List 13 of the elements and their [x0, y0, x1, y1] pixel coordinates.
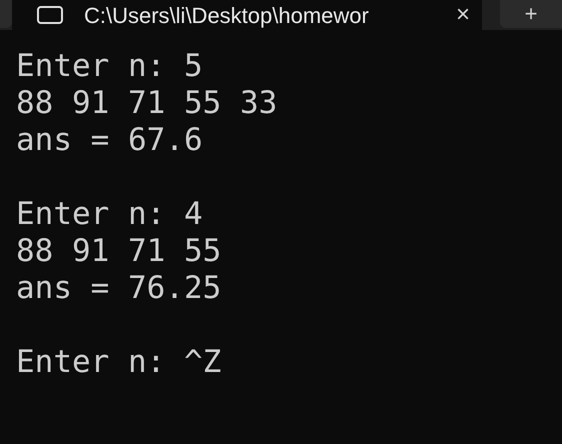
tab[interactable]: C:\Users\li\Desktop\homewor ×: [12, 0, 482, 30]
tab[interactable]: [0, 0, 12, 28]
terminal-line: Enter n: 5: [16, 48, 203, 85]
terminal-line: Enter n: 4: [16, 196, 203, 233]
tab-title: C:\Users\li\Desktop\homewor: [84, 2, 369, 30]
terminal-line: ans = 67.6: [16, 122, 203, 159]
terminal-line: Enter n: ^Z: [16, 344, 222, 381]
terminal-line: ans = 76.25: [16, 270, 222, 307]
terminal-line: 88 91 71 55 33: [16, 85, 278, 122]
terminal-line: 88 91 71 55: [16, 233, 222, 270]
terminal-icon: [36, 6, 64, 24]
new-tab-button[interactable]: +: [500, 0, 562, 28]
close-button[interactable]: ×: [456, 3, 470, 27]
